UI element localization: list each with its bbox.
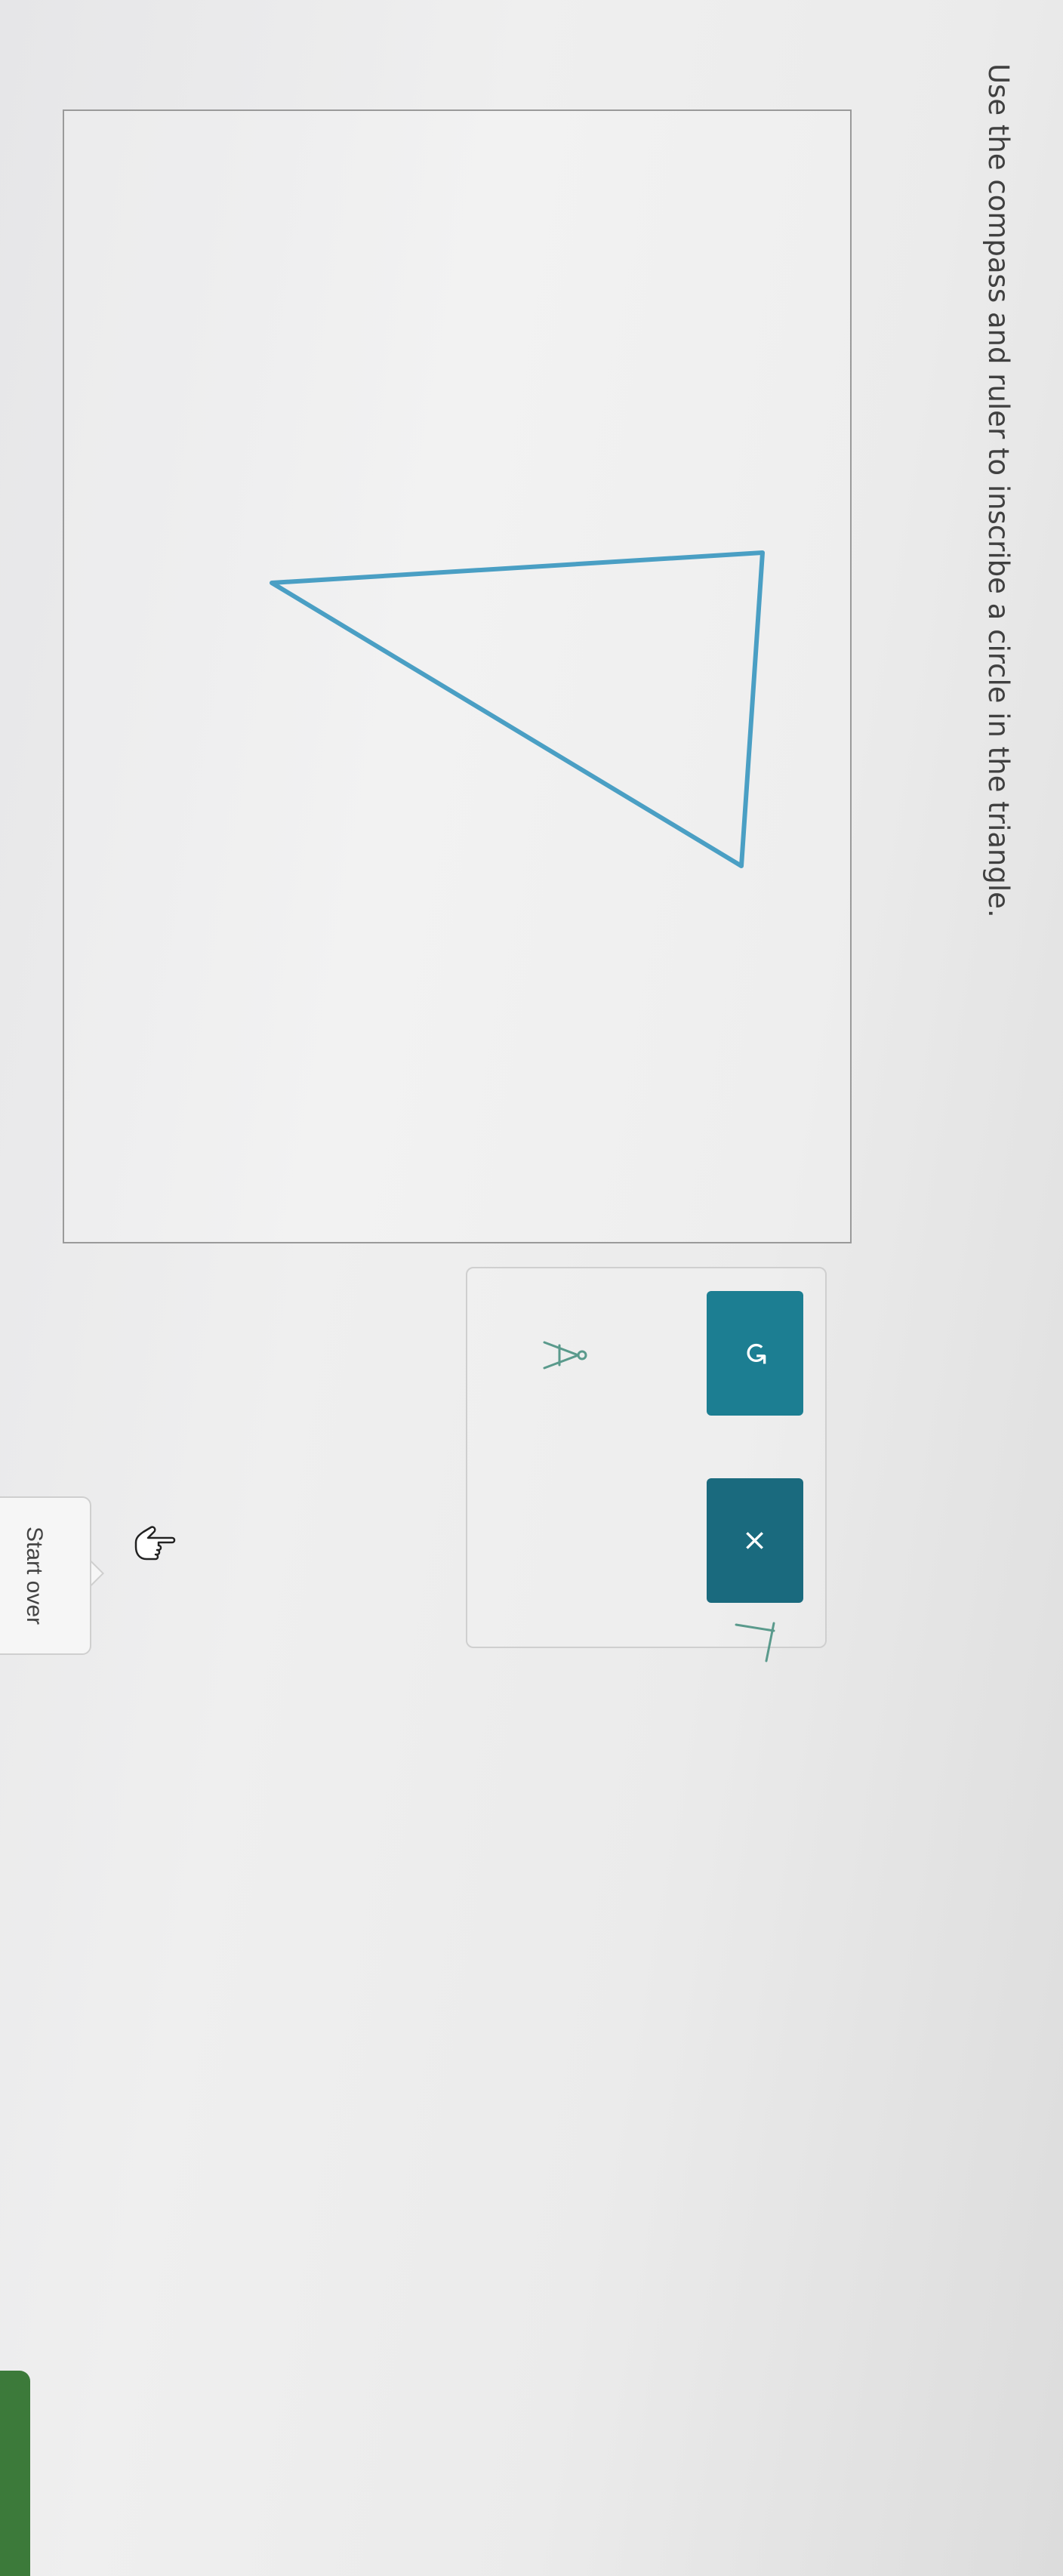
edge-green-tab: [0, 2371, 30, 2576]
start-over-tooltip: Start over: [0, 1496, 104, 1655]
compass-icon: [543, 1341, 587, 1370]
canvas-drawing: [270, 550, 765, 868]
undo-icon: ↺: [738, 1340, 772, 1367]
hand-pointer-cursor: [133, 1521, 178, 1567]
hand-cursor-icon: [134, 1526, 176, 1561]
tooltip-body: Start over: [0, 1496, 91, 1655]
ruler-icon: [735, 1622, 775, 1662]
start-over-button[interactable]: ×: [707, 1478, 803, 1603]
ruler-tool-button[interactable]: [713, 1601, 796, 1684]
construction-canvas[interactable]: [63, 109, 852, 1243]
page-stage: Use the compass and ruler to inscribe a …: [0, 0, 1063, 2576]
tooltip-label: Start over: [22, 1526, 47, 1625]
instruction-text: Use the compass and ruler to inscribe a …: [982, 63, 1015, 918]
undo-button[interactable]: ↺: [707, 1291, 803, 1416]
close-icon: ×: [738, 1527, 772, 1554]
triangle-shape: [270, 550, 765, 868]
compass-tool-button[interactable]: [523, 1314, 606, 1397]
tool-palette: ↺ ×: [466, 1267, 827, 1662]
